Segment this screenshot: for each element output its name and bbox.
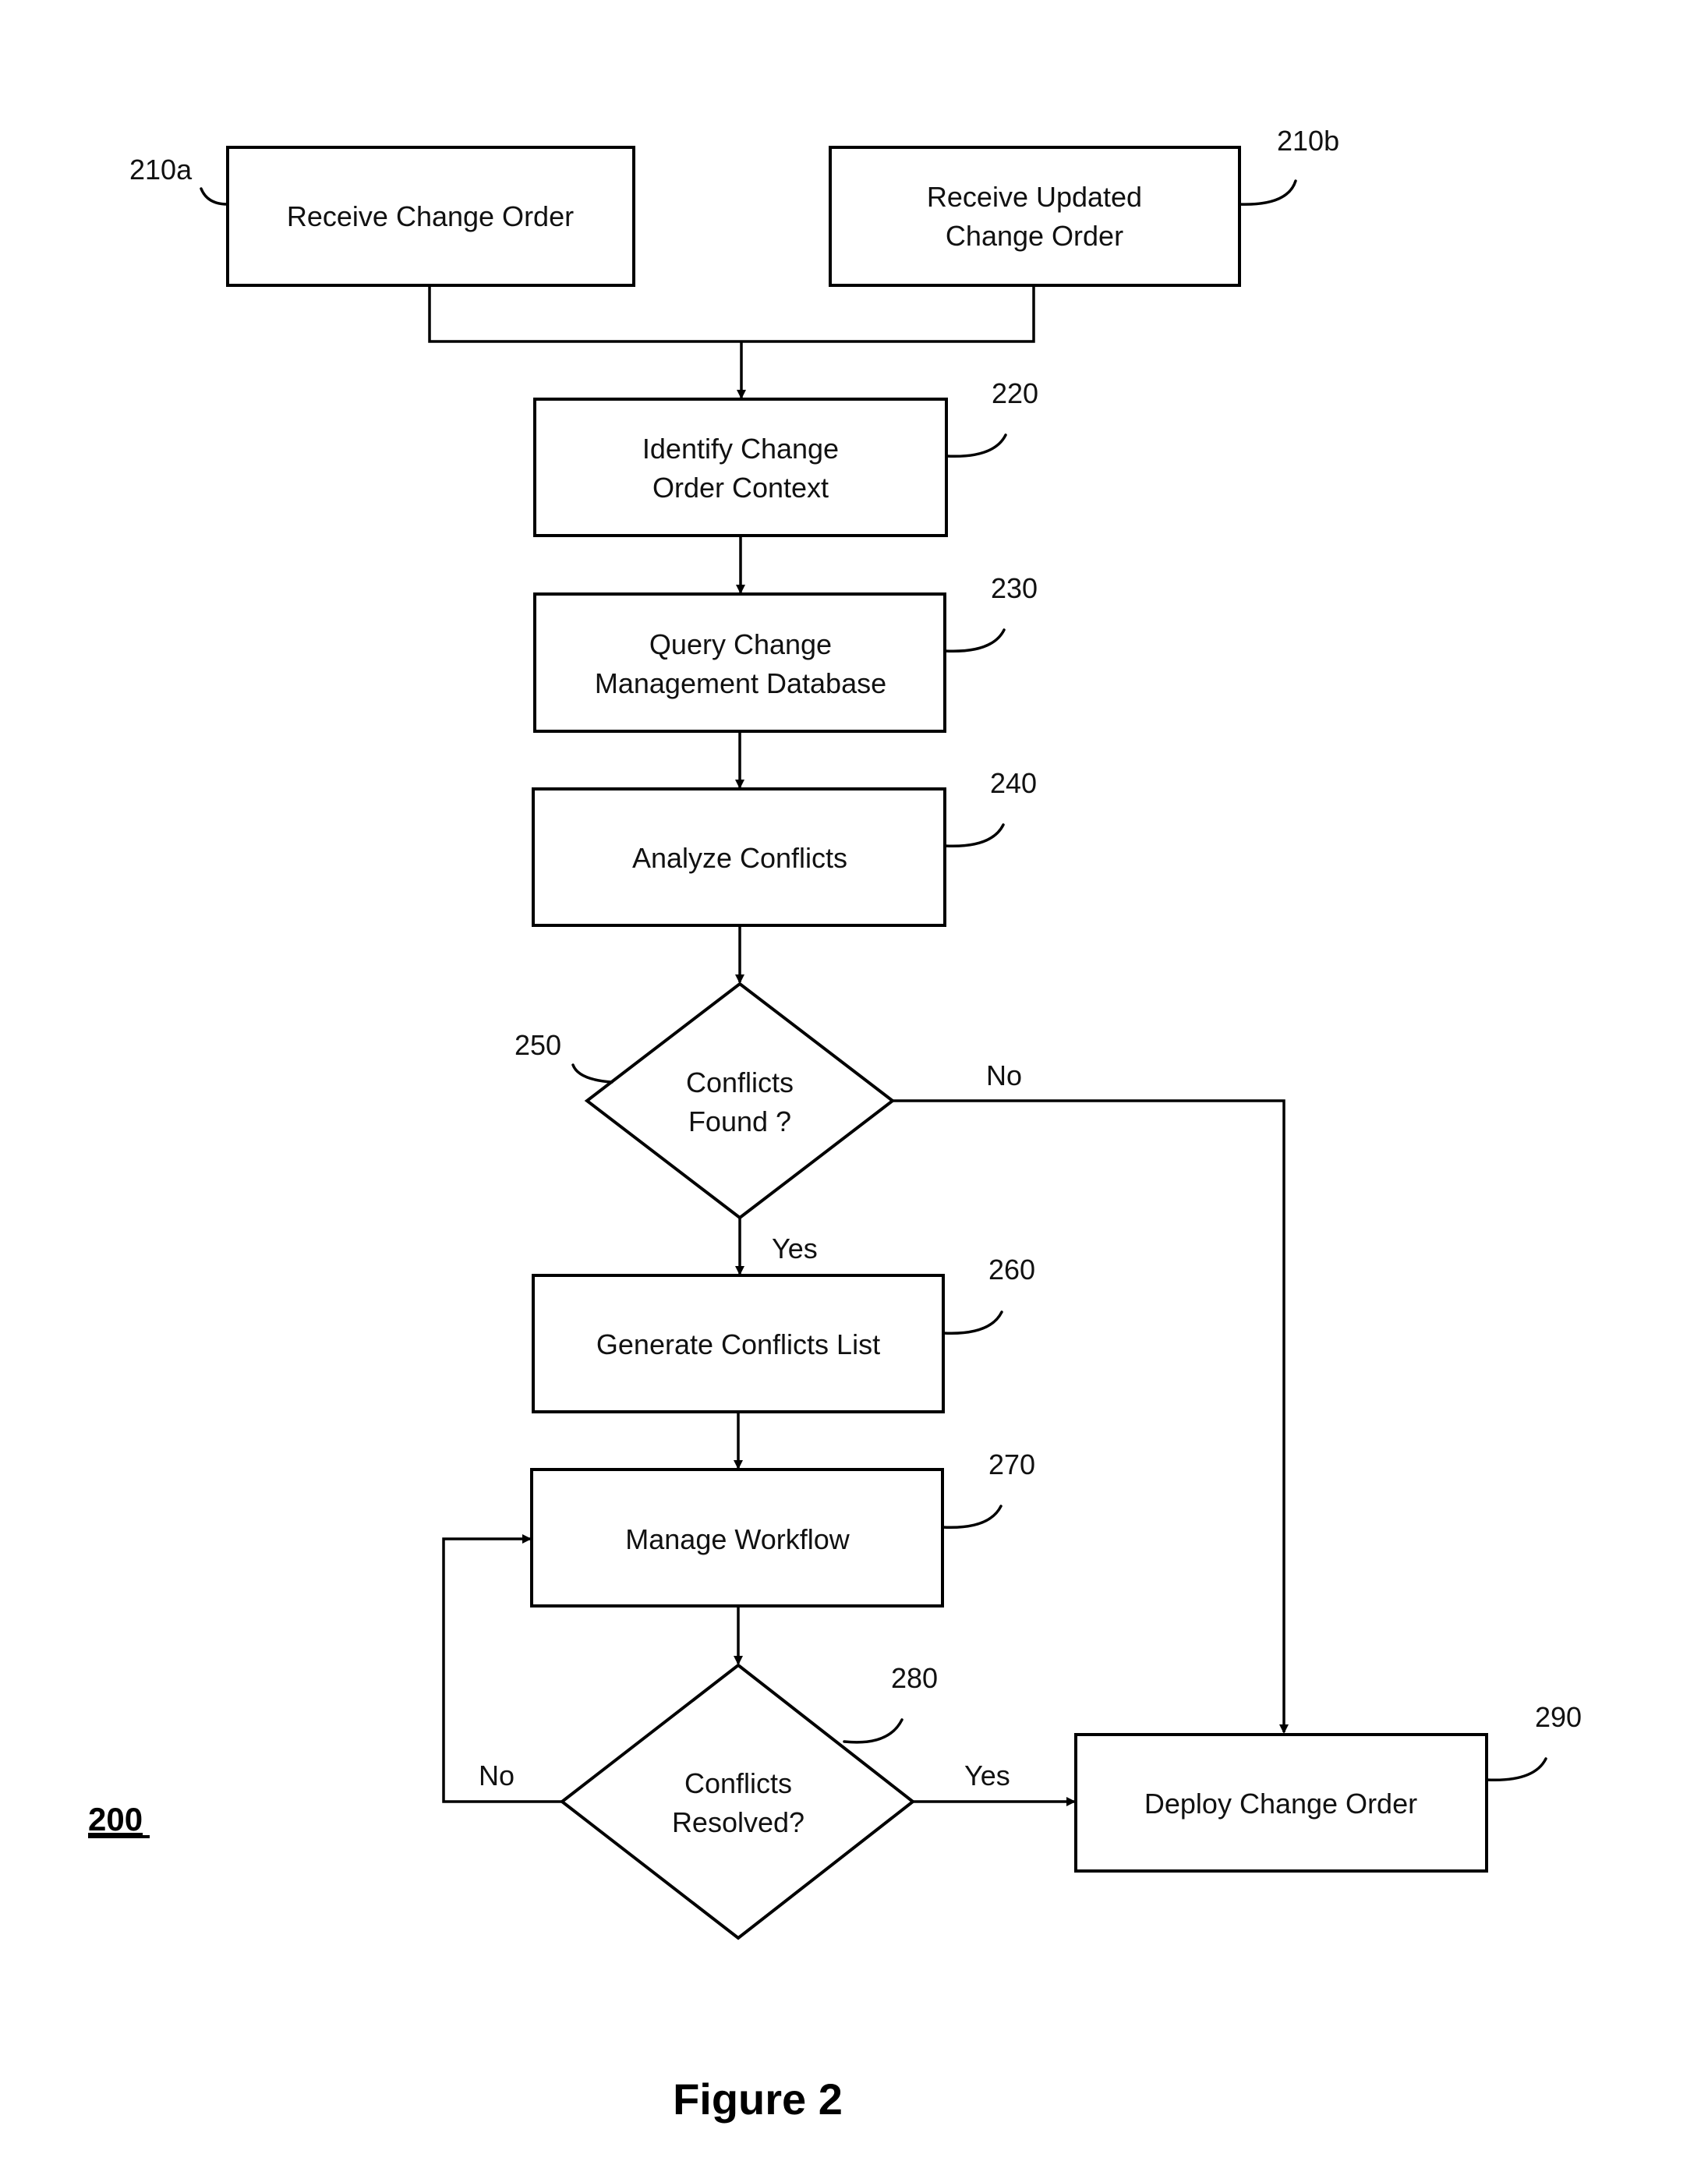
- leader-220: [945, 433, 1007, 458]
- node-230: Query Change Management Database 230: [533, 572, 1038, 733]
- node-210b-text-2: Change Order: [946, 220, 1123, 252]
- leader-210a: [200, 187, 229, 206]
- label-280-yes: Yes: [964, 1760, 1010, 1791]
- node-270-text: Manage Workflow: [625, 1523, 850, 1555]
- leader-210b: [1238, 179, 1297, 206]
- node-210a-text: Receive Change Order: [287, 200, 574, 232]
- leader-260: [942, 1310, 1003, 1335]
- node-210a: Receive Change Order 210a: [129, 146, 635, 287]
- node-220-text-1: Identify Change: [642, 433, 839, 465]
- node-230-text-1: Query Change: [649, 628, 832, 660]
- node-220: Identify Change Order Context 220: [533, 377, 1038, 537]
- ref-210b: 210b: [1277, 125, 1339, 157]
- flowchart: Yes No Yes No Receive Change Order 210a …: [88, 125, 1582, 2124]
- node-270: Manage Workflow 270: [530, 1448, 1035, 1607]
- node-240: Analyze Conflicts 240: [532, 767, 1037, 927]
- ref-220: 220: [992, 377, 1038, 409]
- node-290-text: Deploy Change Order: [1144, 1788, 1417, 1820]
- label-250-yes: Yes: [772, 1233, 818, 1264]
- node-220-text-2: Order Context: [652, 472, 829, 504]
- leader-250: [571, 1063, 614, 1084]
- edge-210a-220: [428, 285, 741, 343]
- node-210b: Receive Updated Change Order 210b: [829, 125, 1339, 287]
- node-250-text-2: Found ?: [688, 1105, 791, 1137]
- node-250: Conflicts Found ? 250: [515, 981, 896, 1220]
- edge-250-290: [893, 1099, 1289, 1734]
- node-230-text-2: Management Database: [595, 667, 886, 699]
- ref-270: 270: [988, 1448, 1035, 1480]
- label-250-no: No: [986, 1059, 1022, 1091]
- leader-240: [943, 823, 1005, 848]
- ref-280: 280: [891, 1662, 938, 1694]
- node-280-text-1: Conflicts: [684, 1767, 792, 1799]
- ref-240: 240: [990, 767, 1037, 799]
- leader-290: [1485, 1757, 1547, 1782]
- node-280-text-2: Resolved?: [672, 1806, 804, 1838]
- node-290: Deploy Change Order 290: [1074, 1701, 1582, 1873]
- ref-260: 260: [988, 1254, 1035, 1286]
- node-240-text: Analyze Conflicts: [632, 842, 847, 874]
- ref-250: 250: [515, 1029, 561, 1061]
- label-280-no: No: [479, 1760, 515, 1791]
- figure-reference-number: 200: [88, 1801, 143, 1837]
- figure-caption: Figure 2: [673, 2074, 843, 2124]
- node-280: Conflicts Resolved? 280: [559, 1662, 938, 1940]
- leader-280: [843, 1718, 904, 1744]
- node-260: Generate Conflicts List 260: [532, 1254, 1035, 1413]
- node-260-text: Generate Conflicts List: [596, 1328, 880, 1360]
- node-250-text-1: Conflicts: [686, 1066, 794, 1098]
- node-210b-text-1: Receive Updated: [927, 181, 1142, 213]
- ref-210a: 210a: [129, 154, 193, 186]
- leader-270: [941, 1505, 1003, 1530]
- ref-230: 230: [991, 572, 1038, 604]
- ref-290: 290: [1535, 1701, 1582, 1733]
- edge-210b-220: [741, 285, 1035, 343]
- leader-230: [943, 628, 1006, 653]
